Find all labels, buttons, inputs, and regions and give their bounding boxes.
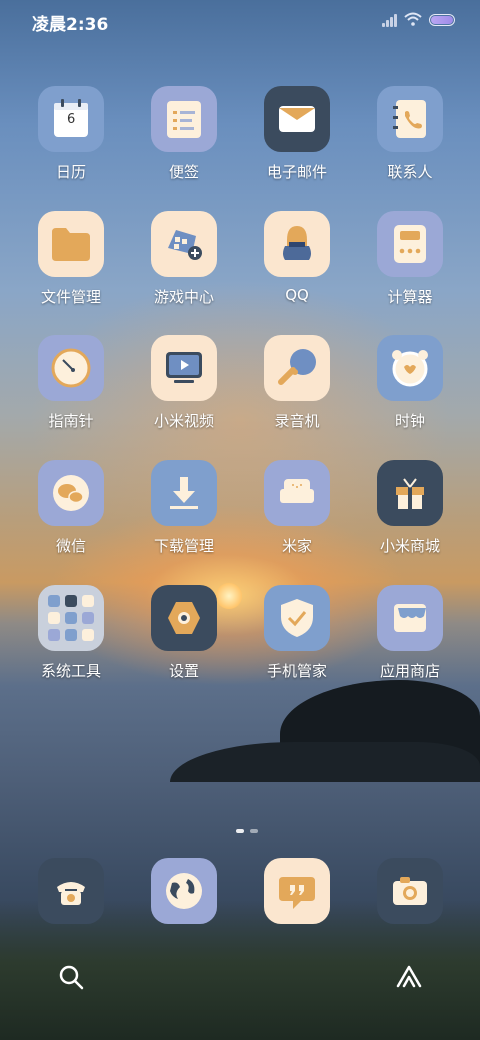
wifi-icon	[404, 12, 422, 26]
camera-icon	[377, 858, 443, 924]
contacts-icon	[377, 86, 443, 152]
app-label: 文件管理	[40, 288, 101, 306]
calendar-day: 6	[67, 112, 76, 127]
folder-system-tools[interactable]: 系统工具	[26, 585, 116, 695]
app-game-center[interactable]: 游戏中心	[139, 211, 229, 321]
app-qq[interactable]: QQ	[252, 211, 342, 321]
app-app-store[interactable]: 应用商店	[365, 585, 455, 695]
store-icon	[377, 585, 443, 651]
app-label: 便签	[168, 163, 199, 181]
app-label: 时钟	[394, 412, 425, 430]
app-label: 手机管家	[266, 662, 327, 680]
app-label: 小米商城	[379, 537, 440, 555]
app-security[interactable]: 手机管家	[252, 585, 342, 695]
dock-camera[interactable]	[365, 858, 455, 968]
app-label: 应用商店	[379, 662, 440, 680]
battery-icon	[429, 14, 455, 26]
notes-icon	[151, 86, 217, 152]
video-icon	[151, 335, 217, 401]
app-download-manager[interactable]: 下载管理	[139, 460, 229, 570]
dock-phone[interactable]	[26, 858, 116, 968]
app-label: 游戏中心	[153, 288, 214, 306]
app-settings[interactable]: 设置	[139, 585, 229, 695]
security-shield-icon	[264, 585, 330, 651]
signal-icon	[382, 14, 400, 27]
dock-browser[interactable]	[139, 858, 229, 968]
calendar-icon: 6	[38, 86, 104, 152]
app-label: 系统工具	[40, 662, 101, 680]
app-notes[interactable]: 便签	[139, 86, 229, 196]
app-contacts[interactable]: 联系人	[365, 86, 455, 196]
gamepad-icon	[151, 211, 217, 277]
messages-icon	[264, 858, 330, 924]
app-clock[interactable]: 时钟	[365, 335, 455, 445]
assistant-icon[interactable]	[394, 962, 424, 992]
app-file-manager[interactable]: 文件管理	[26, 211, 116, 321]
settings-icon	[151, 585, 217, 651]
app-mail[interactable]: 电子邮件	[252, 86, 342, 196]
dock-messages[interactable]	[252, 858, 342, 968]
qq-icon	[264, 211, 330, 277]
compass-icon	[38, 335, 104, 401]
app-label: 联系人	[387, 163, 433, 181]
folder-grid-icon	[38, 585, 104, 651]
mail-icon	[264, 86, 330, 152]
app-calendar[interactable]: 6 日历	[26, 86, 116, 196]
app-label: 计算器	[387, 288, 433, 306]
app-wechat[interactable]: 微信	[26, 460, 116, 570]
clock-icon	[377, 335, 443, 401]
app-label: 米家	[281, 537, 312, 555]
app-label: 小米视频	[153, 412, 214, 430]
app-label: 微信	[55, 537, 86, 555]
mijia-icon	[264, 460, 330, 526]
app-recorder[interactable]: 录音机	[252, 335, 342, 445]
app-label: 指南针	[48, 412, 94, 430]
phone-icon	[38, 858, 104, 924]
app-mi-video[interactable]: 小米视频	[139, 335, 229, 445]
folder-icon	[38, 211, 104, 277]
app-label: 电子邮件	[266, 163, 327, 181]
search-icon[interactable]	[56, 962, 86, 992]
app-calculator[interactable]: 计算器	[365, 211, 455, 321]
app-compass[interactable]: 指南针	[26, 335, 116, 445]
app-label: 录音机	[274, 412, 320, 430]
download-icon	[151, 460, 217, 526]
island-silhouette	[170, 742, 480, 782]
wechat-icon	[38, 460, 104, 526]
app-label: QQ	[285, 286, 309, 304]
recorder-icon	[264, 335, 330, 401]
app-label: 设置	[168, 662, 199, 680]
calculator-icon	[377, 211, 443, 277]
app-mijia[interactable]: 米家	[252, 460, 342, 570]
status-bar: 凌晨2:36	[0, 0, 480, 44]
app-mi-store[interactable]: 小米商城	[365, 460, 455, 570]
app-label: 下载管理	[153, 537, 214, 555]
gift-icon	[377, 460, 443, 526]
browser-globe-icon	[151, 858, 217, 924]
status-time: 凌晨2:36	[32, 15, 109, 35]
app-label: 日历	[55, 163, 86, 181]
page-indicator	[236, 829, 258, 833]
